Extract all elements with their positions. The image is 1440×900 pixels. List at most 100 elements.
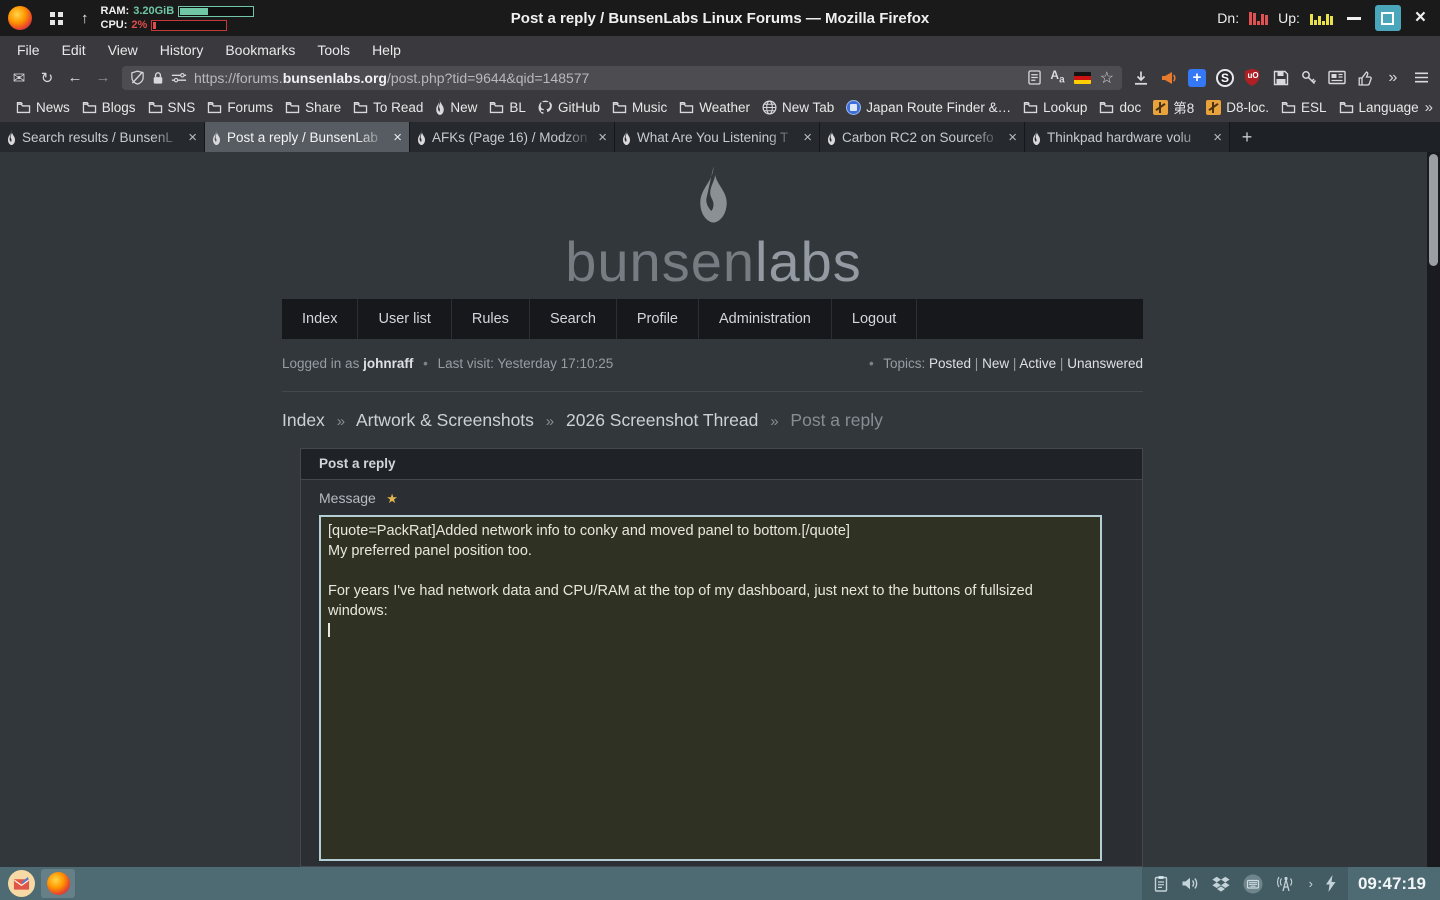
breadcrumb-artwork-link[interactable]: Artwork & Screenshots (356, 410, 534, 430)
tab-search-results[interactable]: Search results / BunsenL × (0, 122, 205, 152)
keyboard-tray-icon[interactable] (1243, 874, 1263, 894)
page-scrollbar[interactable] (1427, 152, 1440, 867)
bookmark-star-icon[interactable]: ☆ (1100, 68, 1114, 88)
bunsenlabs-flame-icon (1032, 130, 1041, 145)
nav-administration[interactable]: Administration (699, 299, 832, 339)
bookmark-folder[interactable]: Lookup (1017, 100, 1093, 115)
tab-close-icon[interactable]: × (598, 129, 607, 146)
bookmark-folder[interactable]: ESL (1275, 100, 1333, 115)
tab-close-icon[interactable]: × (803, 129, 812, 146)
minimize-button[interactable] (1347, 17, 1361, 20)
lock-icon[interactable] (152, 71, 164, 85)
bookmark-folder[interactable]: To Read (347, 100, 429, 115)
dropbox-tray-icon[interactable] (1212, 876, 1230, 892)
tab-close-icon[interactable]: × (188, 129, 197, 146)
breadcrumb-thread-link[interactable]: 2026 Screenshot Thread (566, 410, 758, 430)
tab-close-icon[interactable]: × (393, 129, 402, 146)
tracking-shield-off-icon[interactable] (130, 70, 145, 85)
ublock-extension-icon[interactable]: uO (1240, 66, 1266, 90)
nav-index[interactable]: Index (282, 299, 358, 339)
breadcrumb-index-link[interactable]: Index (282, 410, 325, 430)
reader-view-icon[interactable] (1028, 70, 1041, 85)
tab-afks[interactable]: AFKs (Page 16) / Modzon × (410, 122, 615, 152)
menu-file[interactable]: File (6, 42, 51, 58)
bookmark-link[interactable]: New Tab (756, 100, 840, 115)
bookmark-folder[interactable]: Forums (201, 100, 279, 115)
workspace-grid-icon[interactable] (50, 12, 63, 25)
url-text[interactable]: https://forums.bunsenlabs.org/post.php?t… (194, 70, 589, 86)
reload-icon[interactable]: ↻ (34, 66, 60, 90)
message-textarea[interactable]: [quote=PackRat]Added network info to con… (319, 515, 1102, 861)
downloads-icon[interactable] (1128, 66, 1154, 90)
uptime-arrow-icon: ↑ (81, 10, 89, 27)
new-tab-button[interactable]: + (1230, 122, 1264, 152)
bookmark-folder[interactable]: News (10, 100, 76, 115)
tray-expand-icon[interactable]: › (1309, 876, 1313, 891)
tab-what-are-you-listening[interactable]: What Are You Listening T × (615, 122, 820, 152)
menu-tools[interactable]: Tools (306, 42, 361, 58)
bookmarks-overflow-icon[interactable]: » (1425, 99, 1437, 116)
firefox-menubar: File Edit View History Bookmarks Tools H… (0, 36, 1440, 63)
plus-extension-icon[interactable]: + (1184, 66, 1210, 90)
password-key-extension-icon[interactable] (1296, 66, 1322, 90)
back-icon[interactable]: ← (62, 66, 88, 90)
topics-active-link[interactable]: Active (1019, 356, 1056, 371)
toolbar-overflow-icon[interactable]: » (1380, 66, 1406, 90)
tab-post-a-reply[interactable]: Post a reply / BunsenLab × (205, 122, 410, 152)
post-reply-panel: Post a reply Message ★ [quote=PackRat]Ad… (300, 448, 1143, 867)
german-flag-icon[interactable] (1074, 72, 1091, 84)
bookmark-folder[interactable]: Weather (673, 100, 756, 115)
nav-logout[interactable]: Logout (832, 299, 917, 339)
bookmark-link[interactable]: GitHub (532, 100, 606, 115)
permissions-icon[interactable] (171, 71, 187, 84)
tab-thinkpad-hardware[interactable]: Thinkpad hardware volu × (1025, 122, 1230, 152)
maximize-button[interactable] (1375, 5, 1401, 31)
close-button[interactable]: × (1411, 5, 1430, 31)
menu-help[interactable]: Help (361, 42, 412, 58)
readaloud-extension-icon[interactable] (1156, 66, 1182, 90)
bookmark-link[interactable]: New (429, 99, 483, 115)
clipboard-tray-icon[interactable] (1154, 875, 1168, 892)
mail-icon[interactable]: ✉ (6, 66, 32, 90)
bookmark-folder[interactable]: doc (1093, 100, 1147, 115)
app-menu-icon[interactable] (1408, 66, 1434, 90)
menu-bookmarks[interactable]: Bookmarks (214, 42, 306, 58)
scrollbar-thumb[interactable] (1429, 154, 1438, 266)
menu-view[interactable]: View (97, 42, 149, 58)
bookmark-link[interactable]: 第8 (1147, 97, 1200, 117)
translate-icon[interactable]: Aa (1050, 69, 1064, 86)
nav-user-list[interactable]: User list (358, 299, 451, 339)
tab-carbon-rc2[interactable]: Carbon RC2 on Sourcefo × (820, 122, 1025, 152)
network-antenna-tray-icon[interactable] (1276, 875, 1296, 892)
bookmark-folder[interactable]: Music (606, 100, 673, 115)
power-bolt-tray-icon[interactable] (1326, 875, 1336, 892)
bookmark-folder[interactable]: Language (1333, 100, 1425, 115)
github-icon (538, 100, 553, 115)
menu-edit[interactable]: Edit (51, 42, 97, 58)
bookmark-folder[interactable]: SNS (142, 100, 202, 115)
bookmark-folder[interactable]: Share (279, 100, 347, 115)
save-page-extension-icon[interactable] (1268, 66, 1294, 90)
firefox-icon[interactable] (8, 6, 32, 30)
topics-new-link[interactable]: New (982, 356, 1009, 371)
s-extension-icon[interactable]: S (1212, 66, 1238, 90)
hand-extension-icon[interactable] (1352, 66, 1378, 90)
nav-rules[interactable]: Rules (452, 299, 530, 339)
nav-profile[interactable]: Profile (617, 299, 699, 339)
url-bar[interactable]: https://forums.bunsenlabs.org/post.php?t… (122, 66, 1122, 90)
mail-client-icon[interactable] (8, 870, 35, 897)
volume-tray-icon[interactable] (1181, 876, 1199, 891)
bookmark-link[interactable]: Japan Route Finder &… (840, 100, 1017, 115)
topics-posted-link[interactable]: Posted (929, 356, 971, 371)
newspaper-extension-icon[interactable] (1324, 66, 1350, 90)
bookmark-link[interactable]: D8-loc. (1200, 100, 1275, 115)
forward-icon[interactable]: → (90, 66, 116, 90)
menu-history[interactable]: History (149, 42, 215, 58)
topics-unanswered-link[interactable]: Unanswered (1067, 356, 1143, 371)
nav-search[interactable]: Search (530, 299, 617, 339)
bookmark-folder[interactable]: Blogs (76, 100, 142, 115)
firefox-task-icon[interactable] (41, 869, 75, 898)
bookmark-folder[interactable]: BL (483, 100, 532, 115)
tab-close-icon[interactable]: × (1008, 129, 1017, 146)
tab-close-icon[interactable]: × (1213, 129, 1222, 146)
